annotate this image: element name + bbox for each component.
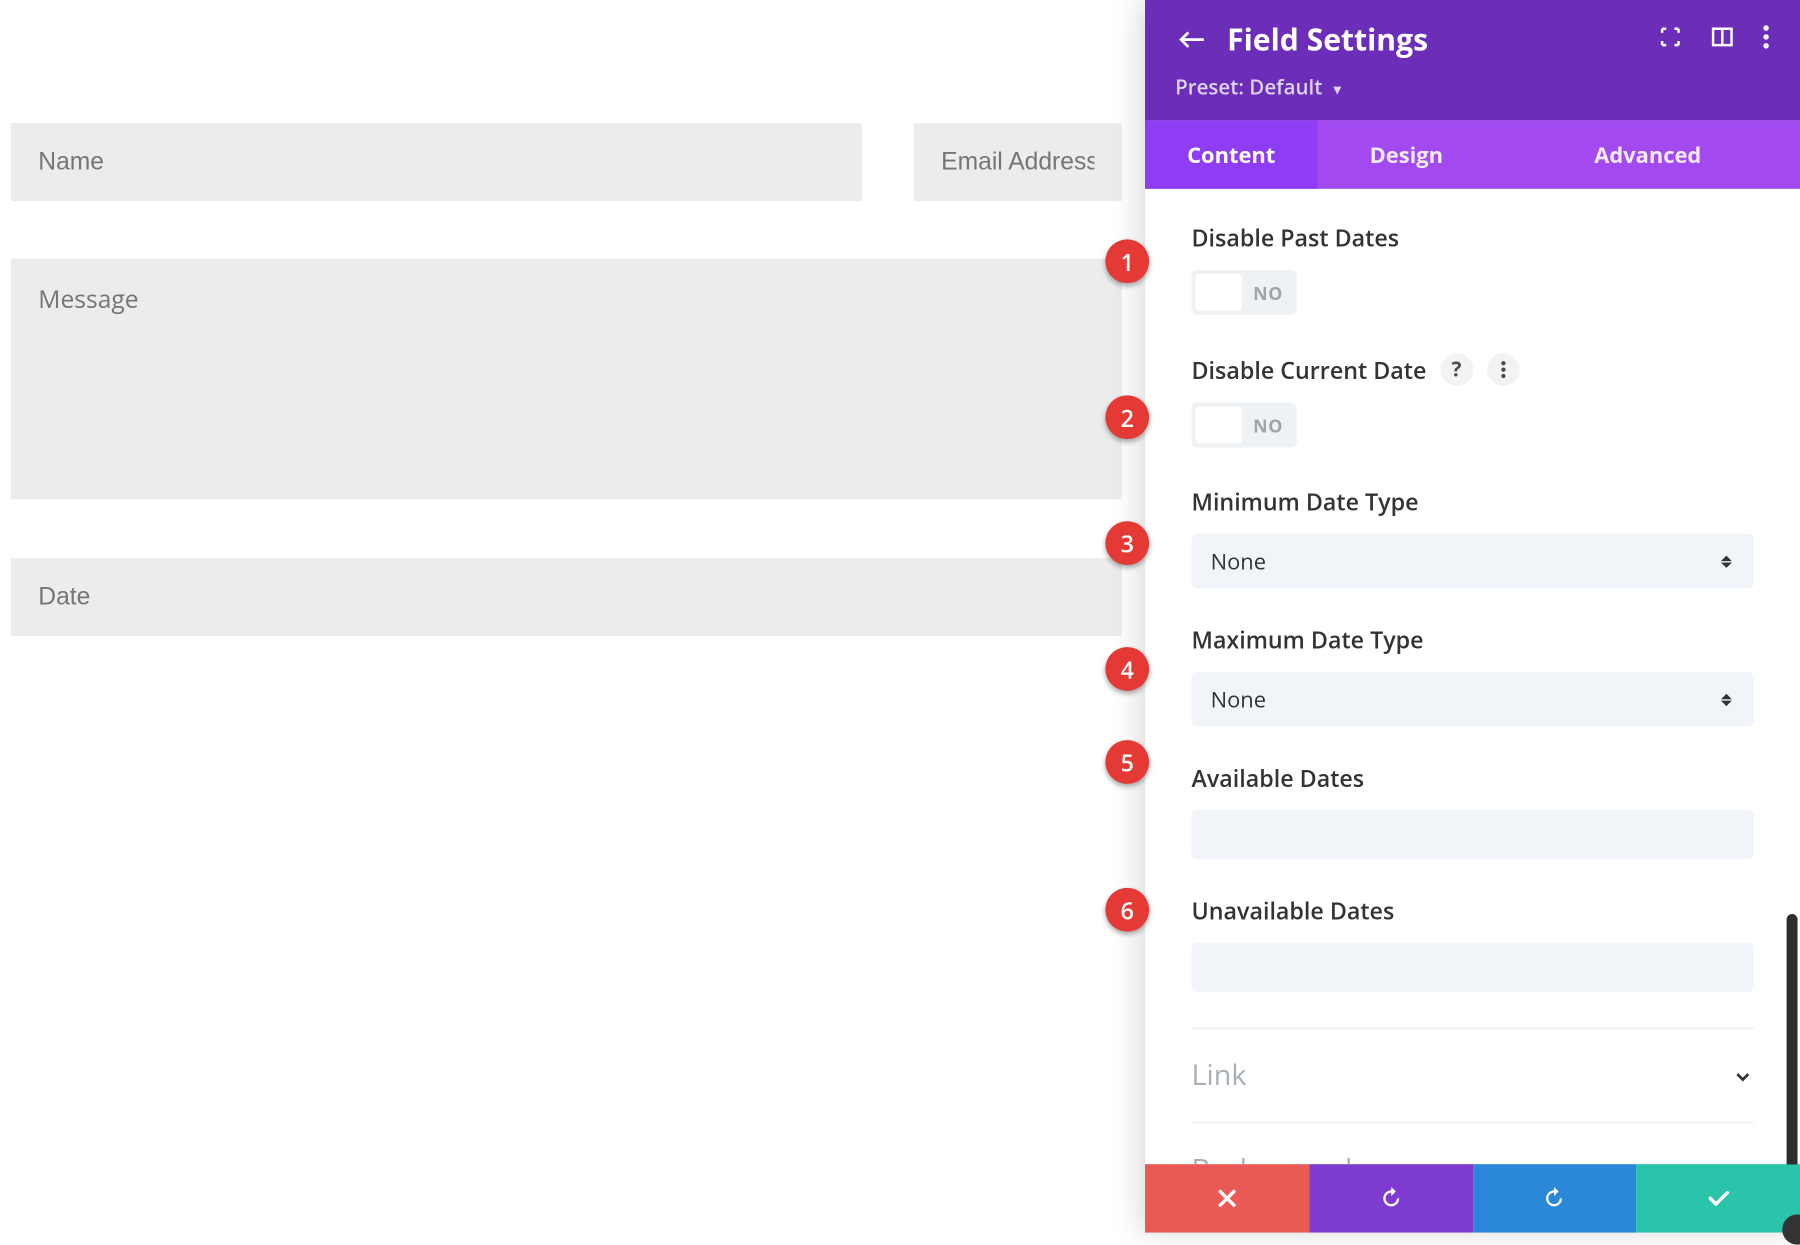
option-disable-current-date: Disable Current Date ? NO xyxy=(1192,353,1754,450)
panel-header: Field Settings Preset: Default ▼ xyxy=(1145,0,1800,120)
toggle-handle xyxy=(1196,274,1243,311)
select-maximum-date-type[interactable]: None xyxy=(1192,672,1754,727)
tab-content[interactable]: Content xyxy=(1145,120,1317,188)
input-unavailable-dates[interactable] xyxy=(1192,943,1754,992)
corner-handle[interactable] xyxy=(1782,1215,1800,1245)
name-field[interactable] xyxy=(11,123,862,201)
annotation-badge-5: 5 xyxy=(1105,740,1149,784)
option-maximum-date-type: Maximum Date Type None xyxy=(1192,624,1754,727)
form-row xyxy=(11,123,1122,201)
select-value: None xyxy=(1211,546,1266,576)
caret-down-icon: ▼ xyxy=(1330,79,1344,98)
date-field[interactable] xyxy=(11,558,1122,636)
option-label: Disable Current Date xyxy=(1192,354,1427,385)
option-disable-past-dates: Disable Past Dates NO xyxy=(1192,222,1754,318)
select-caret-icon xyxy=(1721,551,1735,570)
section-link[interactable]: Link xyxy=(1192,1027,1754,1121)
columns-icon[interactable] xyxy=(1710,24,1735,55)
toggle-value: NO xyxy=(1253,280,1283,305)
more-icon[interactable] xyxy=(1762,24,1770,55)
select-caret-icon xyxy=(1721,689,1735,708)
input-available-dates[interactable] xyxy=(1192,810,1754,859)
panel-footer xyxy=(1145,1164,1800,1232)
option-minimum-date-type: Minimum Date Type None xyxy=(1192,486,1754,589)
panel-body: Disable Past Dates NO Disable Current Da… xyxy=(1145,189,1800,1164)
message-field[interactable] xyxy=(11,259,1122,500)
expand-icon[interactable] xyxy=(1658,24,1683,55)
scrollbar[interactable] xyxy=(1787,914,1798,1164)
option-label: Unavailable Dates xyxy=(1192,895,1395,926)
help-icon[interactable]: ? xyxy=(1440,353,1473,386)
toggle-value: NO xyxy=(1253,412,1283,437)
chevron-down-icon xyxy=(1732,1159,1754,1164)
section-title: Link xyxy=(1192,1056,1247,1094)
option-label: Available Dates xyxy=(1192,762,1365,793)
toggle-disable-current-date[interactable]: NO xyxy=(1192,402,1297,447)
form-preview xyxy=(11,123,1122,636)
save-button[interactable] xyxy=(1636,1164,1800,1232)
annotation-badge-6: 6 xyxy=(1105,888,1149,932)
option-available-dates: Available Dates xyxy=(1192,762,1754,859)
email-field[interactable] xyxy=(914,123,1122,201)
cancel-button[interactable] xyxy=(1145,1164,1309,1232)
section-background[interactable]: Background xyxy=(1192,1122,1754,1164)
toggle-disable-past-dates[interactable]: NO xyxy=(1192,269,1297,314)
option-label: Disable Past Dates xyxy=(1192,222,1400,253)
undo-button[interactable] xyxy=(1309,1164,1473,1232)
panel-tabs: Content Design Advanced xyxy=(1145,120,1800,188)
back-icon[interactable] xyxy=(1175,23,1208,56)
settings-panel: Field Settings Preset: Default ▼ xyxy=(1145,0,1800,1233)
option-menu-icon[interactable] xyxy=(1487,353,1520,386)
panel-title: Field Settings xyxy=(1227,19,1658,60)
tab-design[interactable]: Design xyxy=(1317,120,1495,188)
chevron-down-icon xyxy=(1732,1064,1754,1086)
preset-selector[interactable]: Preset: Default ▼ xyxy=(1175,74,1770,101)
annotation-badge-1: 1 xyxy=(1105,239,1149,283)
tab-advanced[interactable]: Advanced xyxy=(1495,120,1800,188)
annotation-badge-4: 4 xyxy=(1105,647,1149,691)
redo-button[interactable] xyxy=(1473,1164,1637,1232)
select-minimum-date-type[interactable]: None xyxy=(1192,534,1754,589)
toggle-handle xyxy=(1196,406,1243,443)
option-label: Minimum Date Type xyxy=(1192,486,1419,517)
section-title: Background xyxy=(1192,1150,1353,1164)
option-unavailable-dates: Unavailable Dates xyxy=(1192,895,1754,992)
preset-label: Preset: Default xyxy=(1175,74,1322,101)
option-label: Maximum Date Type xyxy=(1192,624,1424,655)
annotation-badge-3: 3 xyxy=(1105,521,1149,565)
annotation-badge-2: 2 xyxy=(1105,395,1149,439)
select-value: None xyxy=(1211,684,1266,714)
